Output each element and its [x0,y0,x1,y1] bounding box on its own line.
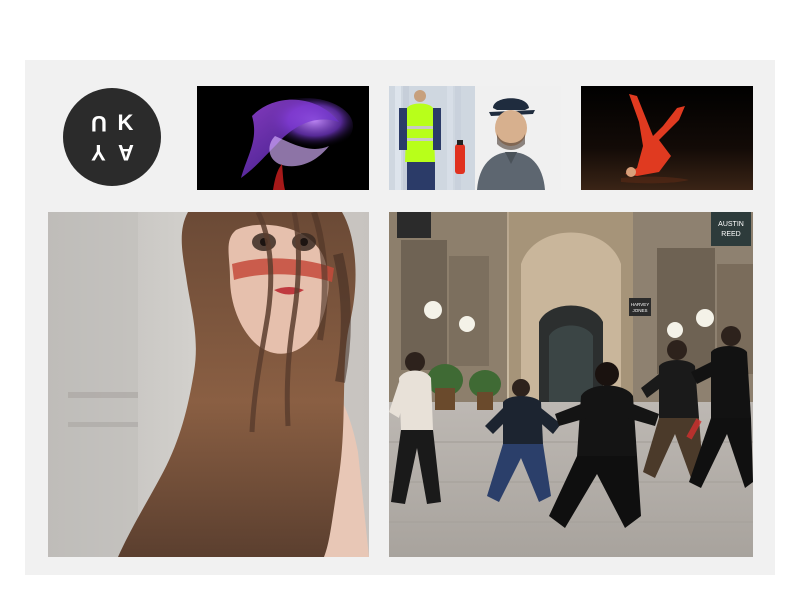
two-men-image [389,86,561,190]
photo-tile-two-men[interactable] [389,86,561,190]
red-dancer-image [581,86,753,190]
photo-tile-street-dance[interactable]: AUSTIN REED HARVEY JONES [389,212,753,557]
svg-text:REED: REED [721,231,740,238]
logo-letter-3: Y [91,139,106,165]
logo-letter-2: K [117,109,134,135]
photo-tile-purple-dancer[interactable] [197,86,369,190]
photo-tile-red-dancer[interactable] [581,86,753,190]
svg-text:HARVEY: HARVEY [631,302,649,307]
svg-text:AUSTIN: AUSTIN [718,221,744,228]
long-hair-portrait-image [48,212,369,557]
photo-tile-long-hair-portrait[interactable] [48,212,369,557]
purple-dancer-image [197,86,369,190]
street-dance-image: AUSTIN REED HARVEY JONES [389,212,753,557]
logo-letter-1: U [90,110,107,136]
brand-logo[interactable]: U K Y A [63,88,161,186]
svg-text:JONES: JONES [632,308,647,313]
logo-letter-4: A [117,139,134,165]
